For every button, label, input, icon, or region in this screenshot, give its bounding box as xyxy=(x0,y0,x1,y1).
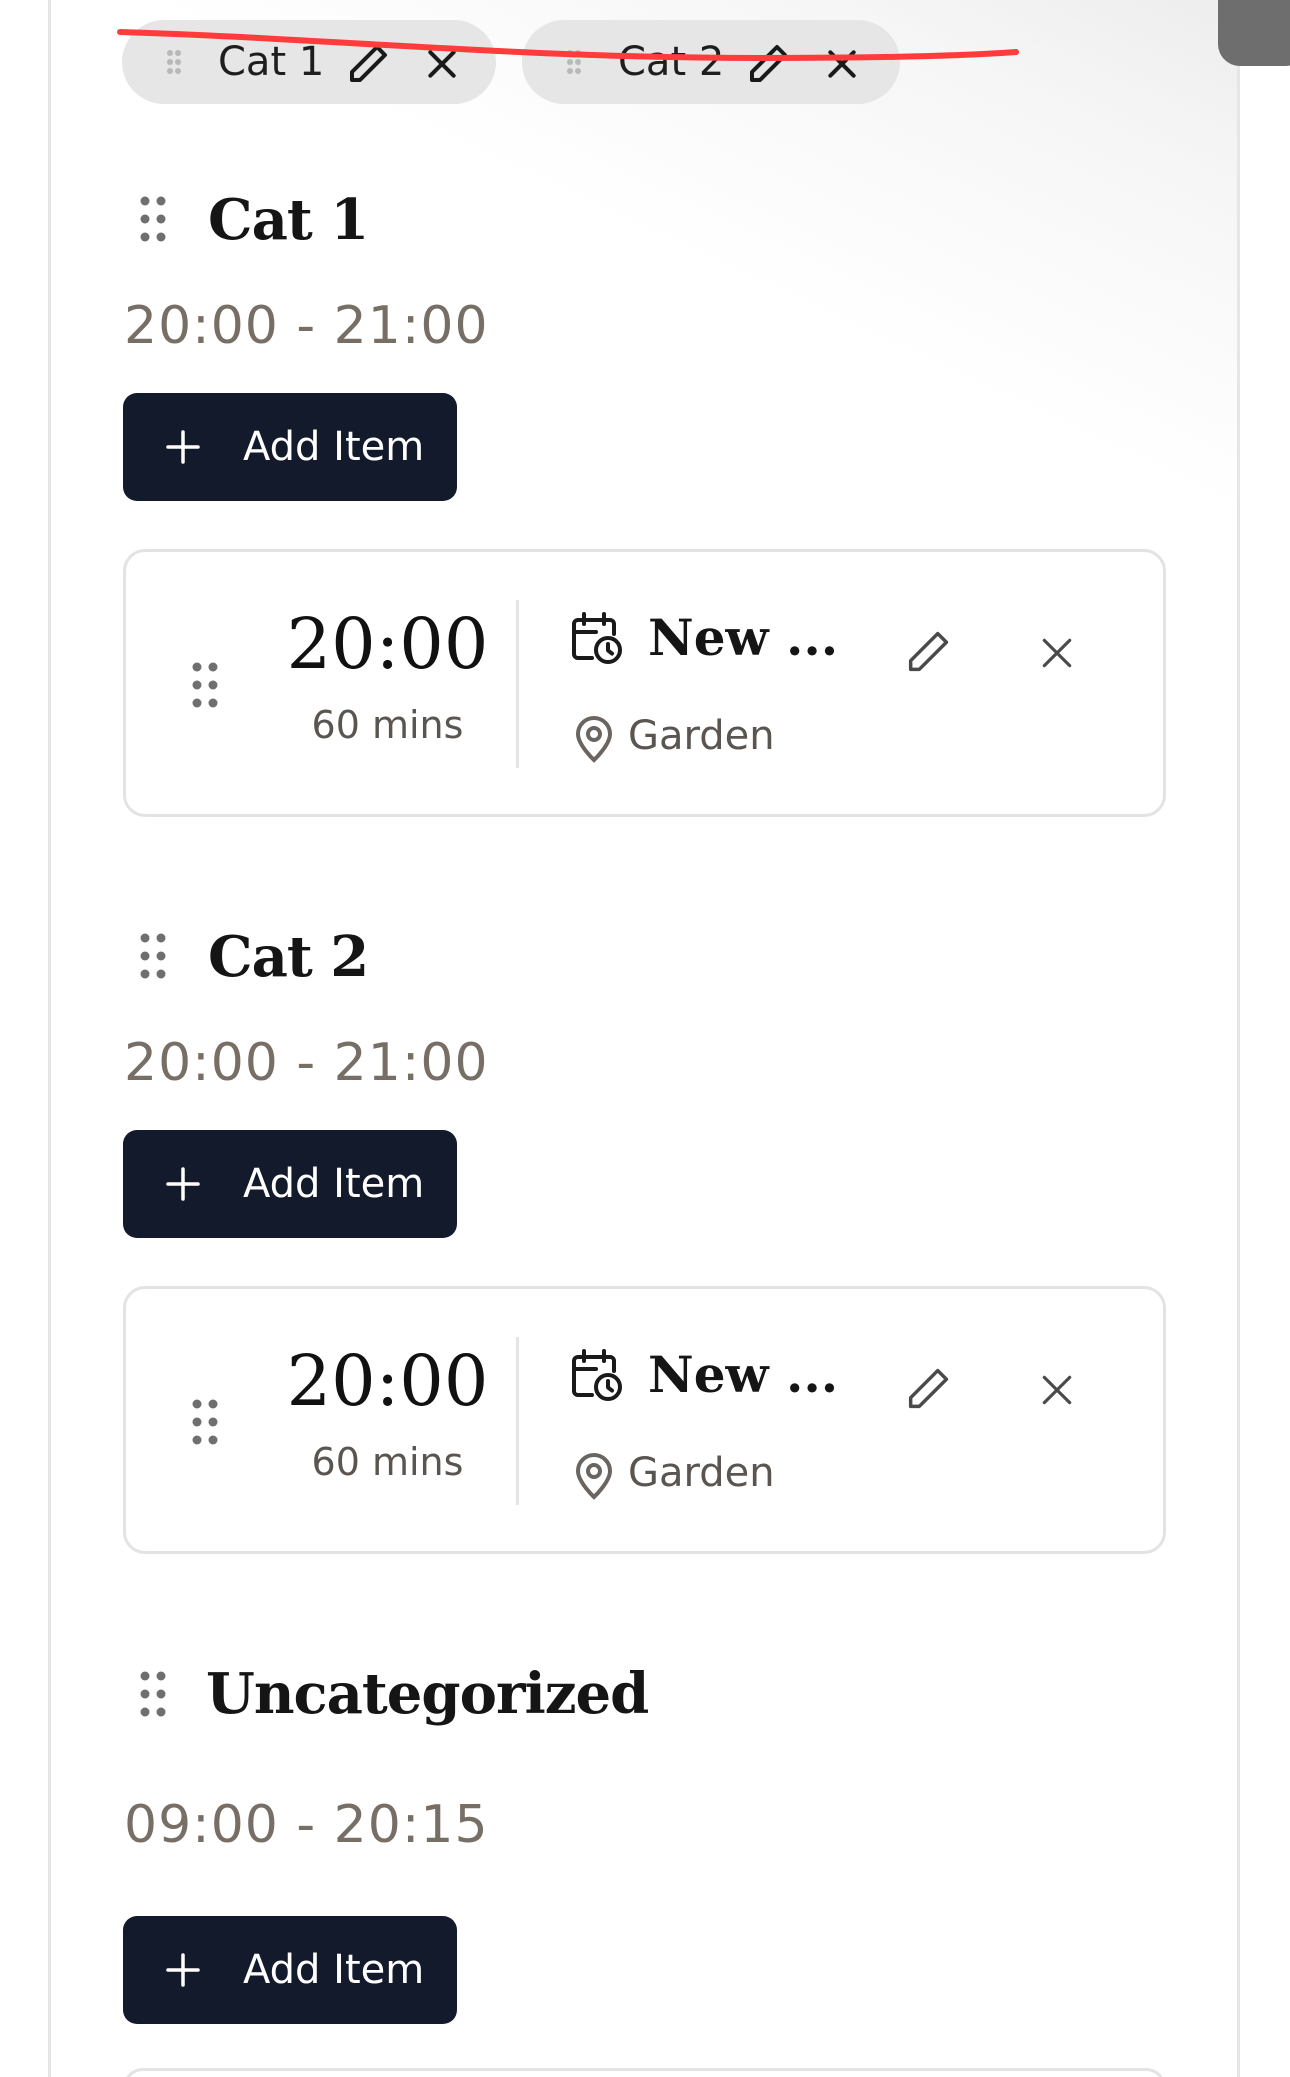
drag-handle-icon[interactable] xyxy=(566,50,582,74)
pencil-icon[interactable] xyxy=(902,1363,954,1415)
item-start-time: 20:00 xyxy=(286,1340,489,1422)
add-item-label: Add Item xyxy=(243,424,425,470)
corner-tab[interactable] xyxy=(1218,0,1290,66)
add-item-label: Add Item xyxy=(243,1947,425,1993)
chip-label: Cat 2 xyxy=(618,39,725,85)
drag-handle-icon[interactable] xyxy=(140,1671,166,1717)
chip-label: Cat 1 xyxy=(218,39,325,85)
section-title: Cat 1 xyxy=(208,187,369,253)
pencil-icon[interactable] xyxy=(902,626,954,678)
item-title: New ... xyxy=(648,608,839,667)
calendar-clock-icon xyxy=(572,1349,622,1401)
section-time-range: 20:00 - 21:00 xyxy=(124,296,489,356)
drag-handle-icon[interactable] xyxy=(192,662,218,708)
plus-icon xyxy=(166,1953,200,1987)
item-title: New ... xyxy=(648,1345,839,1404)
category-chip-cat-2[interactable]: Cat 2 xyxy=(522,20,900,104)
location-pin-icon xyxy=(575,716,613,763)
card-divider xyxy=(516,1337,519,1505)
section-title: Uncategorized xyxy=(206,1661,649,1727)
item-duration: 60 mins xyxy=(311,703,464,747)
section-title: Cat 2 xyxy=(208,924,369,990)
add-item-button[interactable]: Add Item xyxy=(123,393,457,501)
item-location: Garden xyxy=(628,1450,775,1496)
card-divider xyxy=(516,600,519,768)
drag-handle-icon[interactable] xyxy=(140,933,166,979)
category-chip-cat-1[interactable]: Cat 1 xyxy=(122,20,496,104)
pencil-icon[interactable] xyxy=(344,40,392,88)
calendar-clock-icon xyxy=(572,612,622,664)
pencil-icon[interactable] xyxy=(744,40,792,88)
plus-icon xyxy=(166,1167,200,1201)
drag-handle-icon[interactable] xyxy=(166,50,182,74)
section-time-range: 20:00 - 21:00 xyxy=(124,1033,489,1093)
add-item-label: Add Item xyxy=(243,1161,425,1207)
close-icon[interactable] xyxy=(822,44,862,84)
close-icon[interactable] xyxy=(1038,1371,1076,1409)
location-pin-icon xyxy=(575,1453,613,1500)
schedule-item-card[interactable]: 20:00 60 mins New ... Garden xyxy=(123,549,1166,817)
plus-icon xyxy=(166,430,200,464)
drag-handle-icon[interactable] xyxy=(192,1399,218,1445)
item-location: Garden xyxy=(628,713,775,759)
add-item-button[interactable]: Add Item xyxy=(123,1916,457,2024)
schedule-item-card[interactable]: 20:00 60 mins New ... Garden xyxy=(123,1286,1166,1554)
close-icon[interactable] xyxy=(422,44,462,84)
schedule-item-card[interactable] xyxy=(123,2068,1166,2077)
section-time-range: 09:00 - 20:15 xyxy=(124,1795,489,1855)
close-icon[interactable] xyxy=(1038,634,1076,672)
drag-handle-icon[interactable] xyxy=(140,196,166,242)
item-start-time: 20:00 xyxy=(286,603,489,685)
add-item-button[interactable]: Add Item xyxy=(123,1130,457,1238)
item-duration: 60 mins xyxy=(311,1440,464,1484)
